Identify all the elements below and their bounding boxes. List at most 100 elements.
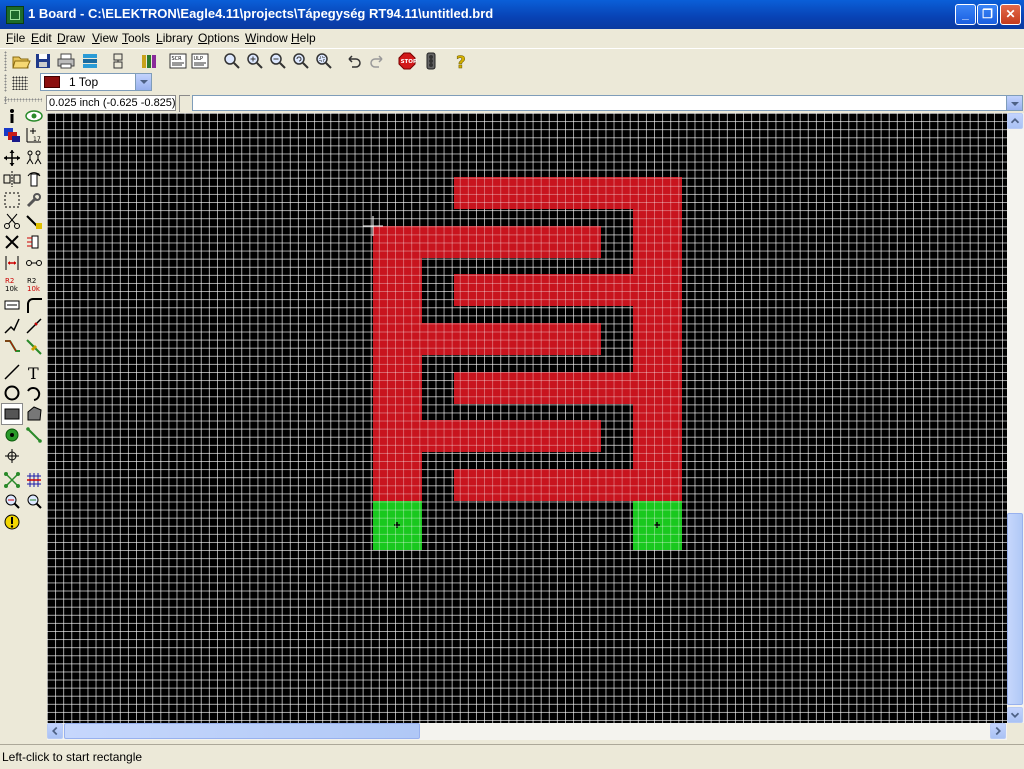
copy-icon [26,150,42,165]
replace-tool[interactable] [24,253,44,273]
menu-options[interactable]: Options [194,30,243,46]
zoom-fit-button[interactable] [222,51,242,71]
minimize-button[interactable]: _ [955,4,976,25]
redo-button[interactable] [367,51,387,71]
open-button[interactable] [11,51,31,71]
close-button[interactable]: ✕ [1000,4,1021,25]
svg-text:10k: 10k [5,285,19,293]
save-button[interactable] [33,51,53,71]
help-button[interactable]: ? [451,51,471,74]
miter-tool[interactable] [24,295,44,315]
ulp-icon: ULP [191,53,209,69]
command-input[interactable] [195,97,999,111]
eagle-app-icon[interactable] [6,6,24,24]
polygon-tool[interactable] [24,404,44,424]
ripup-tool[interactable] [24,337,44,357]
menu-library[interactable]: Library [152,30,197,46]
move-tool[interactable] [2,148,22,168]
scroll-down-button[interactable] [1007,707,1023,723]
menu-help[interactable]: Help [287,30,320,46]
show-tool[interactable] [24,106,44,126]
delete-tool[interactable] [2,232,22,252]
print-button[interactable] [56,51,76,71]
value-tool[interactable]: R2 10k [24,274,44,294]
library-button[interactable] [139,51,159,71]
erc-tool[interactable] [2,491,22,511]
arc-tool[interactable] [24,383,44,403]
svg-text:17: 17 [33,136,41,143]
ratsnest-tool[interactable] [2,470,22,490]
menu-edit[interactable]: Edit [27,30,56,46]
zoom-redraw-button[interactable] [291,51,311,71]
restore-button[interactable]: ❐ [977,4,998,25]
add-tool[interactable] [24,232,44,252]
menu-window[interactable]: Window [241,30,292,46]
menu-file[interactable]: File [2,30,29,46]
print-icon [57,53,75,69]
copy-tool[interactable] [24,148,44,168]
vertical-scroll-thumb[interactable] [1007,513,1023,705]
mirror-tool[interactable] [2,169,22,189]
menu-view[interactable]: View [88,30,122,46]
display-layers-tool[interactable] [2,125,22,145]
horizontal-scroll-thumb[interactable] [64,723,420,739]
smash-tool[interactable] [2,295,22,315]
group-tool[interactable] [2,190,22,210]
schematic-board-switch-button[interactable] [108,51,128,71]
paste-tool[interactable] [24,211,44,231]
signal-tool[interactable] [24,425,44,445]
split-tool[interactable] [2,316,22,336]
grid-icon[interactable] [12,76,28,90]
command-line[interactable] [192,95,1023,111]
mark-tool[interactable]: 17 [24,125,44,145]
zoom-in-button[interactable] [245,51,265,71]
rotate-tool[interactable] [24,169,44,189]
info-tool[interactable] [2,106,22,126]
copper-left-bar [373,226,422,501]
svg-text:?: ? [456,53,466,71]
cut-tool[interactable] [2,211,22,231]
cam-processor-icon [83,54,97,68]
chevron-down-icon[interactable] [135,74,151,90]
drc-tool[interactable] [24,491,44,511]
menu-bar: File Edit Draw View Tools Library Option… [0,29,1024,47]
go-button[interactable] [421,51,441,71]
pinswap-tool[interactable] [2,253,22,273]
board-canvas[interactable] [47,113,1007,723]
toolbar-grip[interactable] [4,98,42,102]
layer-select[interactable]: 1 Top [40,73,152,91]
auto-router-tool[interactable] [24,470,44,490]
ulp-button[interactable]: ULP [190,51,210,71]
text-tool[interactable]: T [24,362,44,383]
chevron-down-icon[interactable] [1006,96,1022,110]
scroll-up-button[interactable] [1007,113,1023,129]
zoom-select-button[interactable] [314,51,334,71]
title-bar[interactable]: 1 Board - C:\ELEKTRON\Eagle4.11\projects… [0,0,1024,29]
vertical-scrollbar[interactable] [1007,113,1024,723]
optimize-tool[interactable] [24,316,44,336]
status-message: Left-click to start rectangle [2,750,143,764]
scroll-right-button[interactable] [990,723,1006,739]
splitter[interactable] [179,95,190,112]
via-tool[interactable] [2,425,22,445]
change-tool[interactable] [24,190,44,210]
wire-tool[interactable] [2,362,22,382]
cam-processor-button[interactable] [80,51,100,71]
hole-tool[interactable] [2,446,22,466]
scroll-left-button[interactable] [47,723,63,739]
rectangle-tool[interactable] [1,403,23,425]
menu-draw[interactable]: Draw [53,30,89,46]
name-tool[interactable]: R2 10k [2,274,22,294]
stop-button[interactable]: STOP [397,51,417,71]
zoom-out-button[interactable] [268,51,288,71]
circle-tool[interactable] [2,383,22,403]
undo-button[interactable] [344,51,364,71]
route-tool[interactable] [2,337,22,357]
toolbar-grip[interactable] [4,74,7,92]
errors-tool[interactable] [2,512,22,532]
command-toolbar: 17 R2 10k R2 10k T [0,98,46,744]
toolbar-grip[interactable] [4,51,7,71]
menu-tools[interactable]: Tools [118,30,154,46]
horizontal-scrollbar[interactable] [47,723,1007,740]
script-button[interactable]: SCR [168,51,188,71]
